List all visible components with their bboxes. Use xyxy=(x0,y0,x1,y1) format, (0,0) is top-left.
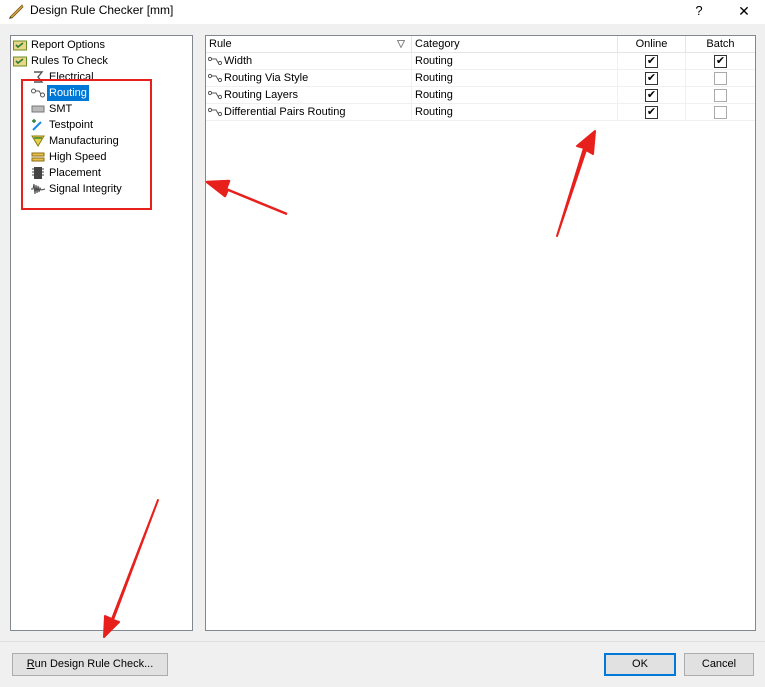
rule-icon xyxy=(208,56,222,66)
rules-grid: Rule Category Online Batch Width Routing ✔… xyxy=(205,35,756,631)
rule-icon xyxy=(208,107,222,117)
tree-item-label: Signal Integrity xyxy=(49,183,122,195)
tree-item-label: Report Options xyxy=(31,39,105,51)
electrical-icon xyxy=(34,71,44,83)
rule-icon xyxy=(208,90,222,100)
column-header-label: Category xyxy=(415,38,460,50)
rule-name: Routing Via Style xyxy=(224,72,309,84)
column-header-label: Rule xyxy=(209,38,232,50)
rule-cell: Width xyxy=(206,53,412,70)
table-row[interactable]: Routing Via Style Routing ✔ xyxy=(206,70,755,87)
routing-icon xyxy=(31,88,45,98)
tree-item-label: Testpoint xyxy=(49,119,94,131)
accelerator-key: R xyxy=(26,658,35,670)
category-cell: Routing xyxy=(412,70,618,87)
tree-item-label: High Speed xyxy=(49,151,107,163)
placement-icon xyxy=(32,167,44,179)
table-row[interactable]: Width Routing ✔ ✔ xyxy=(206,53,755,70)
online-checkbox[interactable]: ✔ xyxy=(645,55,658,68)
category-cell: Routing xyxy=(412,53,618,70)
column-header-category[interactable]: Category xyxy=(412,36,618,53)
batch-cell xyxy=(686,87,755,104)
online-checkbox[interactable]: ✔ xyxy=(645,72,658,85)
cancel-button[interactable]: Cancel xyxy=(684,653,754,676)
online-cell: ✔ xyxy=(618,53,686,70)
smt-icon xyxy=(31,105,45,113)
rule-name: Differential Pairs Routing xyxy=(224,106,346,118)
tree-item-label: Electrical xyxy=(49,71,94,83)
batch-checkbox[interactable] xyxy=(714,89,727,102)
dialog-footer: Run Design Rule Check... OK Cancel xyxy=(0,641,765,687)
online-cell: ✔ xyxy=(618,104,686,121)
sort-icon xyxy=(397,40,405,48)
tree-item-label: SMT xyxy=(49,103,73,115)
run-drc-button[interactable]: Run Design Rule Check... xyxy=(12,653,168,676)
signal-integrity-icon xyxy=(31,183,45,195)
batch-checkbox[interactable]: ✔ xyxy=(714,55,727,68)
title-bar: Design Rule Checker [mm] ? ✕ xyxy=(0,0,765,24)
tree-item-label: Routing xyxy=(47,85,89,101)
manufacturing-icon xyxy=(31,135,45,147)
folder-check-icon xyxy=(13,56,27,67)
online-checkbox[interactable]: ✔ xyxy=(645,106,658,119)
table-row[interactable]: Routing Layers Routing ✔ xyxy=(206,87,755,104)
online-checkbox[interactable]: ✔ xyxy=(645,89,658,102)
ok-button[interactable]: OK xyxy=(604,653,676,676)
online-cell: ✔ xyxy=(618,87,686,104)
rule-tree[interactable]: Report Options Rules To Check Electrical… xyxy=(10,35,193,631)
tree-item-label: Placement xyxy=(49,167,101,179)
rule-cell: Routing Via Style xyxy=(206,70,412,87)
category-cell: Routing xyxy=(412,87,618,104)
folder-check-icon xyxy=(13,40,27,51)
window-title: Design Rule Checker [mm] xyxy=(30,3,174,17)
button-label: un Design Rule Check... xyxy=(34,658,154,670)
grid-header: Rule Category Online Batch xyxy=(206,36,755,53)
column-header-label: Batch xyxy=(706,38,735,50)
rule-cell: Routing Layers xyxy=(206,87,412,104)
tree-item-label: Rules To Check xyxy=(31,55,108,67)
high-speed-icon xyxy=(31,152,45,162)
app-icon xyxy=(9,4,24,19)
batch-cell xyxy=(686,70,755,87)
close-button[interactable]: ✕ xyxy=(726,2,762,22)
column-header-rule[interactable]: Rule xyxy=(206,36,412,53)
category-cell: Routing xyxy=(412,104,618,121)
table-row[interactable]: Differential Pairs Routing Routing ✔ xyxy=(206,104,755,121)
column-header-batch[interactable]: Batch xyxy=(686,36,755,53)
dialog-body: Report Options Rules To Check Electrical… xyxy=(0,24,765,687)
batch-cell: ✔ xyxy=(686,53,755,70)
column-header-label: Online xyxy=(635,38,668,50)
column-header-online[interactable]: Online xyxy=(618,36,686,53)
batch-checkbox[interactable] xyxy=(714,106,727,119)
batch-cell xyxy=(686,104,755,121)
testpoint-icon xyxy=(32,119,42,131)
online-cell: ✔ xyxy=(618,70,686,87)
tree-item-label: Manufacturing xyxy=(49,135,119,147)
rule-name: Routing Layers xyxy=(224,89,298,101)
batch-checkbox[interactable] xyxy=(714,72,727,85)
rule-icon xyxy=(208,73,222,83)
help-button[interactable]: ? xyxy=(684,2,714,22)
rule-cell: Differential Pairs Routing xyxy=(206,104,412,121)
rule-name: Width xyxy=(224,55,253,67)
